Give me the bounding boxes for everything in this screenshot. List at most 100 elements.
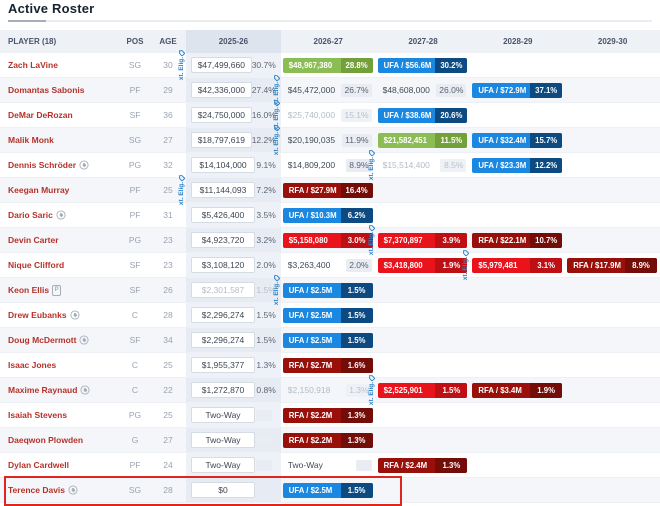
ext-elig-label[interactable]: xt. Elig. <box>273 275 280 305</box>
contract-badge[interactable]: UFA / $32.4M15.7% <box>472 133 562 148</box>
header-year-2025-26: 2025-26 <box>186 30 281 53</box>
player-name-link[interactable]: Drew Eubanks <box>8 310 67 320</box>
player-name-link[interactable]: Dario Saric <box>8 210 53 220</box>
salary-input[interactable]: $0 <box>191 482 255 498</box>
contract-badge[interactable]: RFA / $27.9M16.4% <box>283 183 373 198</box>
tag-icon <box>79 335 89 345</box>
contract-badge[interactable]: UFA / $2.5M1.5% <box>283 308 373 323</box>
salary-input[interactable]: $24,750,000 <box>191 107 252 123</box>
table-row: Domantas SabonisPF29$42,336,00027.4%xt. … <box>0 78 660 103</box>
salary-input[interactable]: $14,104,000 <box>191 157 255 173</box>
player-name-link[interactable]: Isaac Jones <box>8 360 56 370</box>
player-name-link[interactable]: Daeqwon Plowden <box>8 435 83 445</box>
contract-badge[interactable]: $5,979,4813.1% <box>472 258 562 273</box>
salary-cell-2028-29 <box>470 103 565 127</box>
contract-badge[interactable]: UFA / $2.5M1.5% <box>283 483 373 498</box>
salary-cell-2025-26: $4,923,7203.2% <box>186 228 281 252</box>
salary-input[interactable]: Two-Way <box>191 407 255 423</box>
player-name-link[interactable]: Terence Davis <box>8 485 65 495</box>
ext-elig-tag-icon <box>273 75 280 81</box>
ext-elig-label[interactable]: xt. Elig. <box>273 125 280 155</box>
tag-icon <box>70 310 80 320</box>
player-name-link[interactable]: DeMar DeRozan <box>8 110 73 120</box>
salary-input[interactable]: $18,797,619 <box>191 132 252 148</box>
salary-input[interactable]: $2,301,587 <box>191 282 255 298</box>
contract-badge[interactable]: RFA / $22.1M10.7% <box>472 233 562 248</box>
contract-badge[interactable]: UFA / $38.6M20.6% <box>378 108 468 123</box>
contract-badge[interactable]: UFA / $2.5M1.5% <box>283 333 373 348</box>
player-name-link[interactable]: Devin Carter <box>8 235 59 245</box>
ext-elig-label[interactable]: xt. Elig. <box>178 175 185 205</box>
contract-badge[interactable]: UFA / $23.3M12.2% <box>472 158 562 173</box>
player-name-link[interactable]: Malik Monk <box>8 135 54 145</box>
player-name-link[interactable]: Keon Ellis <box>8 285 49 295</box>
contract-badge[interactable]: RFA / $2.2M1.3% <box>283 408 373 423</box>
contract-badge[interactable]: RFA / $17.9M8.9% <box>567 258 657 273</box>
salary-cell-2026-27: Two-Way <box>281 453 376 477</box>
ext-elig-label[interactable]: xt. Elig. <box>368 375 375 405</box>
player-age: 22 <box>150 378 186 402</box>
salary-cell-2029-30 <box>565 178 660 202</box>
table-row: Terence DavisSG28$0UFA / $2.5M1.5% <box>0 478 660 503</box>
table-row: Dennis SchröderPG32$14,104,0009.1%$14,80… <box>0 153 660 178</box>
contract-badge[interactable]: UFA / $72.9M37.1% <box>472 83 562 98</box>
contract-badge-pct: 16.4% <box>341 183 373 198</box>
contract-badge[interactable]: $3,418,8001.9% <box>378 258 468 273</box>
contract-badge[interactable]: RFA / $2.4M1.3% <box>378 458 468 473</box>
contract-badge[interactable]: RFA / $2.7M1.6% <box>283 358 373 373</box>
salary-input[interactable]: Two-Way <box>191 457 255 473</box>
contract-badge[interactable]: $2,525,9011.5% <box>378 383 468 398</box>
contract-badge-value: UFA / $32.4M <box>472 133 530 148</box>
contract-badge[interactable]: $48,967,38028.8% <box>283 58 373 73</box>
contract-badge-pct: 1.5% <box>341 483 373 498</box>
salary-input[interactable]: $3,108,120 <box>191 257 255 273</box>
cap-pct: 1.3% <box>256 360 275 370</box>
player-name-link[interactable]: Dylan Cardwell <box>8 460 69 470</box>
player-name-link[interactable]: Nique Clifford <box>8 260 64 270</box>
contract-badge[interactable]: RFA / $2.2M1.3% <box>283 433 373 448</box>
salary-input[interactable]: $2,296,274 <box>191 332 255 348</box>
salary-input[interactable]: $5,426,400 <box>191 207 255 223</box>
contract-badge-value: UFA / $23.3M <box>472 158 530 173</box>
salary-input[interactable]: $4,923,720 <box>191 232 255 248</box>
salary-cell-2027-28: UFA / $38.6M20.6% <box>376 103 471 127</box>
table-header-row: PLAYER (18) POS AGE 2025-262026-272027-2… <box>0 30 660 53</box>
player-position: SF <box>120 278 150 302</box>
ext-elig-label[interactable]: xt. Elig. <box>368 150 375 180</box>
ext-elig-label[interactable]: xt. Elig. <box>368 225 375 255</box>
salary-input[interactable]: Two-Way <box>191 432 255 448</box>
salary-input[interactable]: $2,296,274 <box>191 307 255 323</box>
player-name-link[interactable]: Domantas Sabonis <box>8 85 85 95</box>
tag-icon <box>56 210 66 220</box>
salary-cell-2028-29: UFA / $72.9M37.1% <box>470 78 565 102</box>
player-name-link[interactable]: Isaiah Stevens <box>8 410 67 420</box>
contract-badge[interactable]: $5,158,0803.0% <box>283 233 373 248</box>
contract-badge[interactable]: UFA / $10.3M6.2% <box>283 208 373 223</box>
contract-badge[interactable]: UFA / $56.6M30.2% <box>378 58 468 73</box>
salary-input[interactable]: $11,144,093 <box>191 182 255 198</box>
salary-cell-2027-28 <box>376 203 471 227</box>
contract-badge[interactable]: UFA / $2.5M1.5% <box>283 283 373 298</box>
table-row: DeMar DeRozanSF36$24,750,00016.0%xt. Eli… <box>0 103 660 128</box>
contract-badge[interactable]: $21,582,45111.5% <box>378 133 468 148</box>
contract-badge-pct: 6.2% <box>341 208 373 223</box>
player-name-link[interactable]: Dennis Schröder <box>8 160 76 170</box>
contract-badge-pct: 1.9% <box>530 383 562 398</box>
contract-badge[interactable]: $7,370,8973.9% <box>378 233 468 248</box>
salary-input[interactable]: $1,272,870 <box>191 382 255 398</box>
salary-input[interactable]: $1,955,377 <box>191 357 255 373</box>
contract-badge[interactable]: RFA / $3.4M1.9% <box>472 383 562 398</box>
player-name-link[interactable]: Keegan Murray <box>8 185 69 195</box>
contract-badge-pct: 37.1% <box>530 83 562 98</box>
contract-badge-value: $7,370,897 <box>378 233 436 248</box>
player-cell: Daeqwon Plowden <box>0 428 120 452</box>
player-name-link[interactable]: Doug McDermott <box>8 335 76 345</box>
ext-elig-label[interactable]: xt. Elig. <box>462 250 469 280</box>
table-row: Maxime RaynaudC22$1,272,8700.8%$2,150,91… <box>0 378 660 403</box>
ext-elig-label[interactable]: xt. Elig. <box>178 50 185 80</box>
salary-input[interactable]: $42,336,000 <box>191 82 252 98</box>
salary-input[interactable]: $47,499,660 <box>191 57 252 73</box>
contract-badge-value: RFA / $2.7M <box>283 358 341 373</box>
player-name-link[interactable]: Zach LaVine <box>8 60 58 70</box>
player-name-link[interactable]: Maxime Raynaud <box>8 385 77 395</box>
